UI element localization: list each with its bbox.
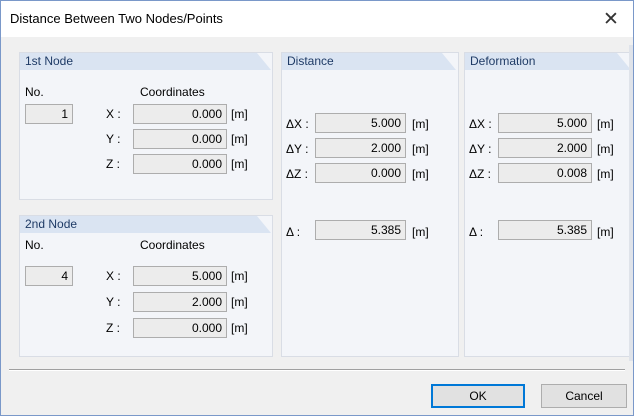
x-label: X : [106,107,121,121]
second-node-header: 2nd Node [20,216,271,233]
deformation-header: Deformation [465,53,631,70]
distance-total-field[interactable]: 5.385 [315,220,406,240]
dialog-title: Distance Between Two Nodes/Points [10,11,223,26]
coordinates-label: Coordinates [140,85,205,99]
unit-label: [m] [231,157,248,171]
x-label: X : [106,269,121,283]
delta-z-label: ΔZ : [469,167,492,181]
distance-header: Distance [282,53,456,70]
delta-z-label: ΔZ : [286,167,309,181]
deformation-dz-field[interactable]: 0.008 [498,163,592,183]
deformation-dx-field[interactable]: 5.000 [498,113,592,133]
distance-dialog: Distance Between Two Nodes/Points ✕ 1st … [0,0,634,416]
unit-label: [m] [231,107,248,121]
unit-label: [m] [231,269,248,283]
node-number-label: No. [25,85,44,99]
z-coordinate-field[interactable]: 0.000 [133,154,227,174]
close-icon[interactable]: ✕ [589,1,633,37]
title-bar: Distance Between Two Nodes/Points ✕ [1,1,633,37]
delta-x-label: ΔX : [286,117,309,131]
y-coordinate-field[interactable]: 0.000 [133,129,227,149]
delta-label: Δ : [469,225,484,239]
unit-label: [m] [597,225,614,239]
distance-dz-field[interactable]: 0.000 [315,163,406,183]
second-node-panel: 2nd Node No. Coordinates 4 X : 5.000 [m]… [19,215,273,357]
delta-x-label: ΔX : [469,117,492,131]
deformation-total-field[interactable]: 5.385 [498,220,592,240]
z-coordinate-field[interactable]: 0.000 [133,318,227,338]
unit-label: [m] [412,167,429,181]
button-separator [9,369,625,371]
unit-label: [m] [412,225,429,239]
delta-label: Δ : [286,225,301,239]
unit-label: [m] [231,321,248,335]
unit-label: [m] [597,167,614,181]
unit-label: [m] [231,132,248,146]
unit-label: [m] [412,117,429,131]
distance-dx-field[interactable]: 5.000 [315,113,406,133]
z-label: Z : [106,157,120,171]
deformation-dy-field[interactable]: 2.000 [498,138,592,158]
unit-label: [m] [597,142,614,156]
deformation-panel: Deformation ΔX : 5.000 [m] ΔY : 2.000 [m… [464,52,632,357]
distance-dy-field[interactable]: 2.000 [315,138,406,158]
distance-panel: Distance ΔX : 5.000 [m] ΔY : 2.000 [m] Δ… [281,52,459,357]
cancel-button[interactable]: Cancel [541,384,627,408]
panel-edge-strip [629,45,633,361]
y-coordinate-field[interactable]: 2.000 [133,292,227,312]
delta-y-label: ΔY : [469,142,492,156]
y-label: Y : [106,295,121,309]
node-number-field[interactable]: 1 [25,104,73,124]
x-coordinate-field[interactable]: 5.000 [133,266,227,286]
first-node-header: 1st Node [20,53,271,70]
ok-button[interactable]: OK [431,384,525,408]
unit-label: [m] [412,142,429,156]
unit-label: [m] [231,295,248,309]
delta-y-label: ΔY : [286,142,309,156]
x-coordinate-field[interactable]: 0.000 [133,104,227,124]
coordinates-label: Coordinates [140,238,205,252]
first-node-panel: 1st Node No. Coordinates 1 X : 0.000 [m]… [19,52,273,200]
z-label: Z : [106,321,120,335]
node-number-label: No. [25,238,44,252]
y-label: Y : [106,132,121,146]
node-number-field[interactable]: 4 [25,266,73,286]
unit-label: [m] [597,117,614,131]
